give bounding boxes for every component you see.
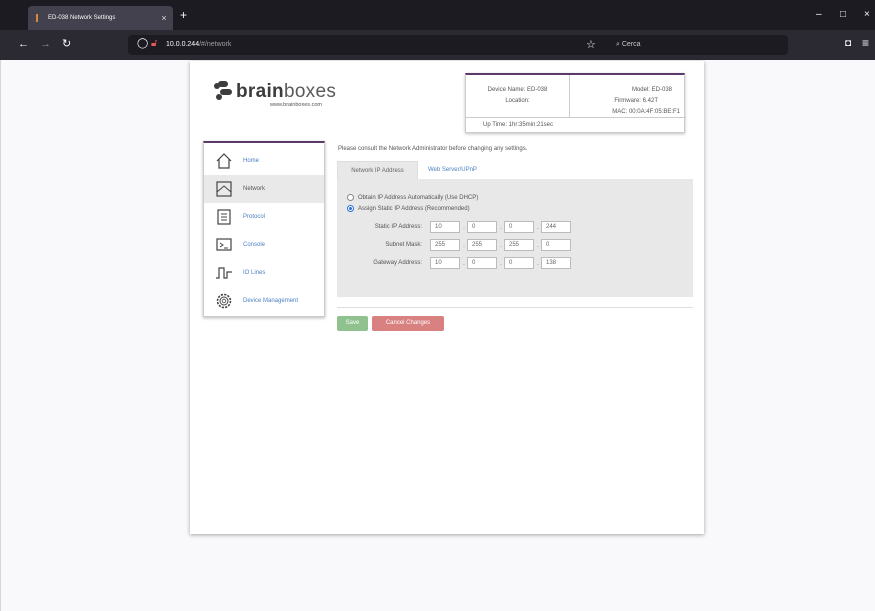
document-icon — [214, 207, 234, 227]
ip-dot: . — [500, 242, 502, 249]
sidebar-label-device-management: Device Management — [243, 298, 299, 304]
ip-dot: . — [537, 260, 539, 267]
static-ip-octet-1[interactable]: 10 — [430, 221, 460, 233]
device-name: Device Name: ED-038 — [487, 87, 548, 93]
tab-web-server-upnp[interactable]: Web Server/UPnP — [428, 161, 477, 179]
console-icon — [214, 235, 234, 255]
gateway-octet-2[interactable]: 0 — [467, 257, 497, 269]
static-label: Assign Static IP Address (Recommended) — [358, 205, 470, 212]
settings-tabs: Network IP Address Web Server/UPnP — [337, 161, 693, 179]
url-path: /#/network — [199, 41, 232, 48]
admin-notice: Please consult the Network Administrator… — [338, 146, 528, 152]
ip-dot: . — [500, 224, 502, 231]
tab-title: ED-038 Network Settings — [48, 15, 116, 21]
forward-arrow-icon[interactable]: → — [40, 38, 51, 50]
device-firmware: Firmware: 6.42T — [614, 98, 658, 104]
gateway-octet-3[interactable]: 0 — [504, 257, 534, 269]
back-arrow-icon[interactable]: ← — [18, 38, 29, 50]
browser-tab[interactable]: ED-038 Network Settings × — [28, 6, 173, 30]
network-ip-panel: Obtain IP Address Automatically (Use DHC… — [337, 179, 693, 297]
browser-nav-bar: ← → ↻ ◯ 🔓︎ 10.0.0.244/#/network ☆ ⌕ Cerc… — [0, 30, 875, 60]
house-icon — [214, 151, 234, 171]
gateway-octet-1[interactable]: 10 — [430, 257, 460, 269]
brainboxes-logo: brainboxes www.brainboxes.com — [214, 80, 354, 110]
sidebar-item-device-management[interactable]: Device Management — [204, 287, 324, 315]
subnet-octet-3[interactable]: 255 — [504, 239, 534, 251]
sidebar-item-home[interactable]: Home — [204, 147, 324, 175]
reload-icon[interactable]: ↻ — [62, 38, 71, 50]
subnet-octet-2[interactable]: 255 — [467, 239, 497, 251]
gateway-address-label: Gateway Address: — [373, 260, 422, 266]
logo-wordmark: brainboxes — [236, 81, 336, 103]
device-model: Model: ED-038 — [631, 87, 672, 93]
ip-dot: . — [463, 260, 465, 267]
save-button[interactable]: Save — [337, 316, 368, 331]
ip-dot: . — [537, 224, 539, 231]
logo-url: www.brainboxes.com — [270, 102, 322, 108]
ip-dot: . — [463, 242, 465, 249]
ip-dot: . — [500, 260, 502, 267]
device-uptime: Up Time: 1hr:35min:21sec — [466, 117, 570, 133]
maximize-button[interactable]: □ — [840, 9, 846, 20]
io-lines-icon — [214, 263, 234, 283]
gear-icon — [214, 291, 234, 311]
sidebar-item-network[interactable]: Network — [204, 175, 324, 203]
minimize-button[interactable]: – — [816, 9, 822, 20]
logo-mark-icon — [214, 80, 234, 100]
favicon-icon — [36, 14, 42, 22]
cancel-changes-button[interactable]: Cancel Changes — [372, 316, 444, 331]
tab-network-ip-address[interactable]: Network IP Address — [337, 161, 418, 179]
sidebar-item-io-lines[interactable]: IO Lines — [204, 259, 324, 287]
tab-close-icon[interactable]: × — [155, 13, 173, 23]
close-window-button[interactable]: × — [864, 9, 870, 20]
new-tab-button[interactable]: + — [180, 8, 187, 22]
bookmark-star-icon[interactable]: ☆ — [586, 38, 596, 51]
url-host: 10.0.0.244 — [166, 41, 200, 48]
logo-word-light: boxes — [283, 81, 337, 102]
insecure-lock-icon[interactable]: 🔓︎ — [151, 38, 157, 49]
static-ip-octet-2[interactable]: 0 — [467, 221, 497, 233]
sidebar-nav: Home Network Protocol Console IO Lines D… — [203, 141, 325, 317]
sidebar-label-network: Network — [243, 186, 266, 192]
hamburger-menu-icon[interactable]: ≡ — [862, 36, 869, 50]
subnet-octet-4[interactable]: 0 — [541, 239, 571, 251]
sidebar-label-protocol: Protocol — [243, 214, 266, 220]
ip-dot: . — [537, 242, 539, 249]
sidebar-label-io-lines: IO Lines — [243, 270, 266, 276]
dhcp-option[interactable]: Obtain IP Address Automatically (Use DHC… — [347, 194, 478, 201]
tracking-shield-icon[interactable]: ◯ — [137, 38, 148, 49]
subnet-octet-1[interactable]: 255 — [430, 239, 460, 251]
static-ip-octet-4[interactable]: 244 — [541, 221, 571, 233]
sidebar-label-console: Console — [243, 242, 266, 248]
url-text[interactable]: 10.0.0.244/#/network — [166, 41, 231, 48]
static-option[interactable]: Assign Static IP Address (Recommended) — [347, 205, 470, 212]
device-location: Location: — [505, 98, 530, 104]
subnet-mask-label: Subnet Mask: — [385, 242, 422, 248]
device-info-left: Device Name: ED-038 Location: — [466, 75, 570, 117]
search-placeholder: Cerca — [621, 41, 641, 48]
static-ip-label: Static IP Address: — [374, 224, 422, 230]
ip-dot: . — [463, 224, 465, 231]
static-ip-octet-3[interactable]: 0 — [504, 221, 534, 233]
logo-word-bold: brain — [236, 81, 284, 102]
pocket-icon[interactable]: ◘ — [845, 38, 851, 49]
sidebar-label-home: Home — [243, 158, 260, 164]
device-info-right: Model: ED-038 Firmware: 6.42T MAC: 00:0A… — [570, 75, 686, 117]
device-info-panel: Device Name: ED-038 Location: Model: ED-… — [465, 73, 686, 133]
divider — [337, 307, 693, 308]
search-box[interactable]: ⌕ Cerca — [608, 35, 786, 55]
device-info-divider — [570, 117, 686, 118]
sidebar-item-protocol[interactable]: Protocol — [204, 203, 324, 231]
browser-tab-bar: ED-038 Network Settings × + – □ × — [0, 0, 875, 30]
network-icon — [214, 179, 234, 199]
gateway-octet-4[interactable]: 138 — [541, 257, 571, 269]
dhcp-label: Obtain IP Address Automatically (Use DHC… — [358, 194, 479, 201]
sidebar-item-console[interactable]: Console — [204, 231, 324, 259]
static-radio[interactable] — [347, 205, 354, 212]
dhcp-radio[interactable] — [347, 194, 354, 201]
